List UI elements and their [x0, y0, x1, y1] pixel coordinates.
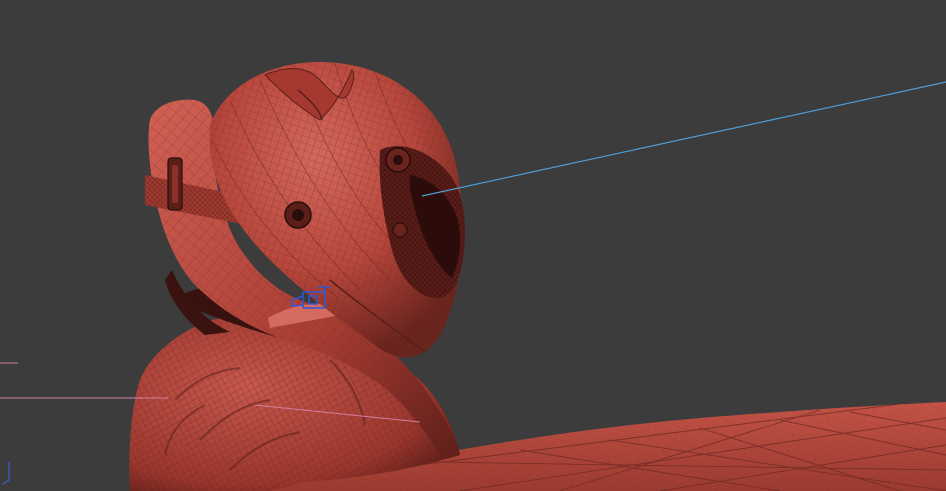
- 3d-viewport[interactable]: [0, 0, 946, 491]
- light-target-line[interactable]: [421, 81, 946, 197]
- viewport-canvas[interactable]: [0, 0, 946, 491]
- axis-tripod-icon: [2, 462, 10, 485]
